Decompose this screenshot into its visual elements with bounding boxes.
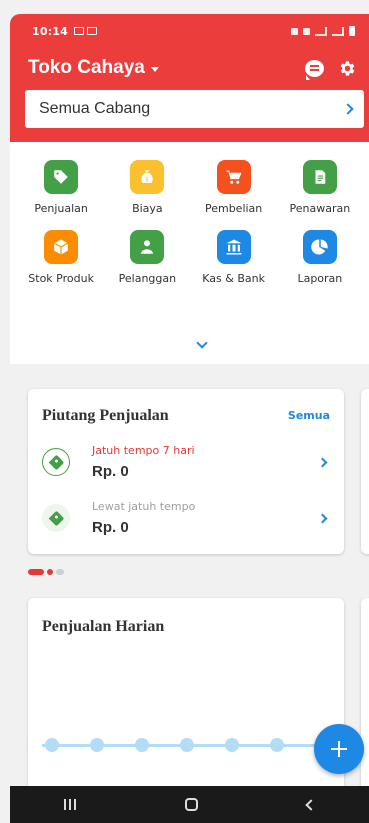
svg-text:$: $ [145, 177, 149, 184]
chart-point [45, 738, 59, 752]
menu-item-laporan[interactable]: Laporan [277, 230, 363, 286]
tag-icon [42, 448, 70, 476]
menu-label: Biaya [132, 202, 163, 215]
receivable-amount: Rp. 0 [92, 519, 129, 536]
header-actions [305, 59, 357, 80]
status-notification-icons [74, 27, 98, 35]
chart-point [225, 738, 239, 752]
chart-point [90, 738, 104, 752]
tag-icon [42, 504, 70, 532]
menu-label: Pembelian [204, 202, 263, 215]
box-icon [44, 230, 79, 264]
branch-selector-label: Semua Cabang [39, 100, 151, 117]
receivable-row-overdue[interactable]: Lewat jatuh tempo Rp. 0 [42, 497, 332, 539]
receivable-row-due-7-days[interactable]: Jatuh tempo 7 hari Rp. 0 [42, 441, 332, 483]
chart-point [270, 738, 284, 752]
quick-menu-grid: Penjualan $ Biaya Pembelian Penawaran St… [18, 160, 363, 286]
store-name[interactable]: Toko Cahaya [28, 57, 145, 79]
menu-label: Kas & Bank [202, 272, 265, 285]
next-card-peek[interactable] [361, 389, 369, 554]
wifi-icon [303, 27, 310, 35]
quick-menu-panel: Penjualan $ Biaya Pembelian Penawaran St… [10, 142, 369, 364]
carousel-pager [28, 569, 64, 575]
back-icon[interactable] [304, 798, 317, 811]
alarm-icon [291, 27, 298, 35]
chevron-right-icon [317, 513, 328, 523]
system-nav-bar [10, 786, 369, 823]
pie-chart-icon [302, 230, 337, 264]
pager-dot [56, 569, 64, 575]
status-bar: 10:14 [32, 22, 355, 40]
recent-apps-icon[interactable] [64, 799, 77, 810]
gear-icon[interactable] [338, 59, 357, 78]
gallery-notification-icon [74, 27, 85, 35]
menu-item-biaya[interactable]: $ Biaya [104, 160, 190, 216]
signal-icon [315, 26, 327, 36]
battery-icon [349, 26, 355, 36]
menu-label: Pelanggan [118, 272, 177, 285]
store-dropdown-icon[interactable] [150, 66, 159, 72]
receivable-label: Lewat jatuh tempo [92, 500, 196, 513]
app-header: 10:14 Toko Cahaya Semua Cabang [10, 14, 369, 142]
customers-icon [130, 230, 165, 264]
status-time: 10:14 [32, 24, 69, 38]
menu-label: Laporan [297, 272, 343, 285]
menu-label: Stok Produk [28, 272, 94, 285]
menu-item-penjualan[interactable]: Penjualan [18, 160, 104, 216]
daily-sales-card: Penjualan Harian [28, 598, 344, 798]
next-chart-card-peek[interactable] [361, 598, 369, 798]
pager-dot [47, 569, 53, 575]
see-all-link[interactable]: Semua [288, 409, 330, 422]
quote-document-icon [302, 160, 337, 194]
menu-item-stok-produk[interactable]: Stok Produk [18, 230, 104, 286]
menu-item-kas-bank[interactable]: Kas & Bank [191, 230, 277, 286]
chart-point [135, 738, 149, 752]
chart-point [180, 738, 194, 752]
menu-item-penawaran[interactable]: Penawaran [277, 160, 363, 216]
receivables-card: Piutang Penjualan Semua Jatuh tempo 7 ha… [28, 389, 344, 554]
menu-label: Penjualan [34, 202, 88, 215]
receivable-amount: Rp. 0 [92, 463, 129, 480]
menu-item-pelanggan[interactable]: Pelanggan [104, 230, 190, 286]
pager-active-indicator [28, 569, 44, 575]
chat-icon[interactable] [305, 59, 324, 80]
menu-label: Penawaran [289, 202, 351, 215]
receivable-label: Jatuh tempo 7 hari [92, 444, 195, 457]
plus-icon [331, 741, 347, 757]
money-bag-icon: $ [130, 160, 165, 194]
message-notification-icon [87, 27, 98, 35]
title-row: Toko Cahaya [28, 54, 357, 82]
menu-item-pembelian[interactable]: Pembelian [191, 160, 277, 216]
shopping-cart-icon [216, 160, 251, 194]
branch-selector[interactable]: Semua Cabang [25, 90, 364, 128]
chevron-right-icon [317, 457, 328, 467]
daily-sales-title: Penjualan Harian [42, 618, 165, 635]
chevron-right-icon [342, 103, 354, 115]
price-tag-icon [44, 160, 79, 194]
bank-icon [216, 230, 251, 264]
signal-2-icon [332, 26, 344, 36]
status-system-icons [291, 26, 355, 36]
add-button[interactable] [314, 724, 364, 774]
receivables-title: Piutang Penjualan [42, 407, 169, 424]
expand-menu-chevron-icon[interactable] [196, 337, 208, 349]
home-icon[interactable] [184, 798, 198, 811]
